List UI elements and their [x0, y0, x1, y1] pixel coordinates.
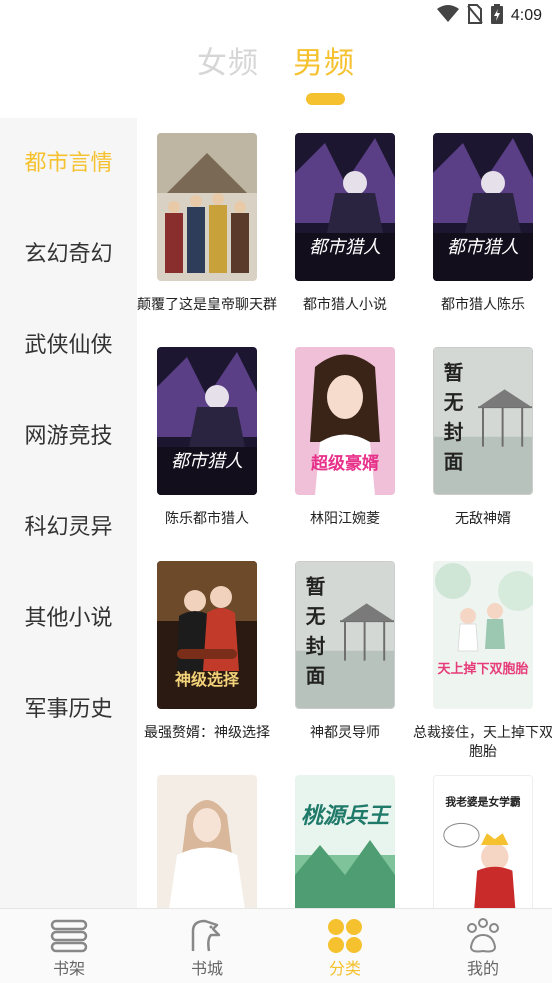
status-bar: 4:09: [0, 0, 552, 32]
book-cover: 暂 无 封 面: [433, 347, 533, 495]
gender-tabs: 女频 男频: [0, 38, 552, 108]
cover-text-char: 封: [306, 635, 326, 658]
tab-bookshelf[interactable]: 书架: [0, 909, 138, 983]
category-item-military[interactable]: 军事历史: [0, 685, 137, 735]
book-cover: 暂 无 封 面: [295, 561, 395, 709]
category-item-scifi[interactable]: 科幻灵异: [0, 503, 137, 553]
book-cover: [157, 133, 257, 281]
book-cover: [157, 775, 257, 908]
tab-bookstore[interactable]: 书城: [138, 909, 276, 983]
book-title: 都市猎人小说: [303, 297, 387, 313]
book-cover: 我老婆是女学霸: [433, 775, 533, 908]
bottom-tab-bar: 书架 书城 分类 我的: [0, 908, 552, 983]
book-cover: 都市猎人: [295, 133, 395, 281]
book-cover: 桃源兵王: [295, 775, 395, 908]
cover-text: 天上掉下双胞胎: [437, 661, 528, 677]
bookshelf-icon: [49, 917, 89, 955]
book-title: 颠覆了这是皇帝聊天群: [137, 297, 277, 313]
book-cover: 都市猎人: [433, 133, 533, 281]
active-tab-indicator: [306, 93, 345, 105]
tab-profile[interactable]: 我的: [414, 909, 552, 983]
tab-label: 我的: [466, 959, 499, 978]
bookstore-icon: [187, 917, 227, 955]
category-item-wuxia[interactable]: 武侠仙侠: [0, 321, 137, 371]
tab-male[interactable]: 男频: [293, 38, 355, 82]
book-title: 都市猎人陈乐: [441, 297, 525, 313]
tab-label: 书城: [190, 959, 223, 978]
category-item-gaming[interactable]: 网游竞技: [0, 412, 137, 462]
cover-text-char: 暂: [306, 576, 326, 599]
book-title: 林阳江婉菱: [310, 511, 380, 527]
book-cover: 都市猎人: [157, 347, 257, 495]
cover-text-char: 面: [444, 450, 464, 473]
no-sim-icon: [467, 4, 483, 28]
book-cover: 超级豪婿: [295, 347, 395, 495]
book-grid: 颠覆了这是皇帝聊天群 都市猎人 都市猎人小说 都市猎人 都市猎人陈乐 都市猎人 …: [137, 118, 552, 908]
book-cover: 神级选择: [157, 561, 257, 709]
battery-icon: [490, 4, 503, 28]
book-title: 最强赘婿：神级选择: [144, 725, 270, 741]
cover-text: 都市猎人: [171, 451, 243, 472]
cover-text: 桃源兵王: [301, 803, 392, 829]
cover-text-char: 封: [444, 421, 464, 444]
category-icon: [325, 917, 365, 955]
status-time: 4:09: [510, 7, 542, 24]
category-item-fantasy[interactable]: 玄幻奇幻: [0, 230, 137, 280]
paw-profile-icon: [463, 917, 503, 955]
cover-text: 都市猎人: [309, 237, 381, 258]
book-title: 无敌神婿: [455, 511, 511, 527]
cover-text: 我老婆是女学霸: [445, 795, 521, 809]
wifi-icon: [436, 5, 459, 27]
tab-female[interactable]: 女频: [197, 38, 259, 82]
cover-text: 超级豪婿: [311, 453, 379, 474]
tab-label: 书架: [52, 959, 85, 978]
category-item-urban-romance[interactable]: 都市言情: [0, 139, 137, 189]
cover-text-char: 暂: [444, 362, 464, 385]
tab-label: 分类: [328, 959, 361, 978]
book-title: 总裁接住，天上掉下双胞胎: [413, 725, 552, 760]
book-cover: 天上掉下双胞胎: [433, 561, 533, 709]
cover-text: 神级选择: [175, 670, 240, 689]
cover-text-char: 无: [444, 391, 464, 414]
cover-text: 都市猎人: [447, 237, 519, 258]
tab-category[interactable]: 分类: [276, 909, 414, 983]
book-title: 陈乐都市猎人: [165, 511, 249, 527]
book-title: 神都灵导师: [310, 725, 380, 741]
category-sidebar: 都市言情 玄幻奇幻 武侠仙侠 网游竞技 科幻灵异 其他小说 军事历史: [0, 118, 137, 908]
cover-text-char: 无: [306, 605, 326, 628]
cover-text-char: 面: [306, 664, 326, 687]
category-item-other[interactable]: 其他小说: [0, 594, 137, 644]
